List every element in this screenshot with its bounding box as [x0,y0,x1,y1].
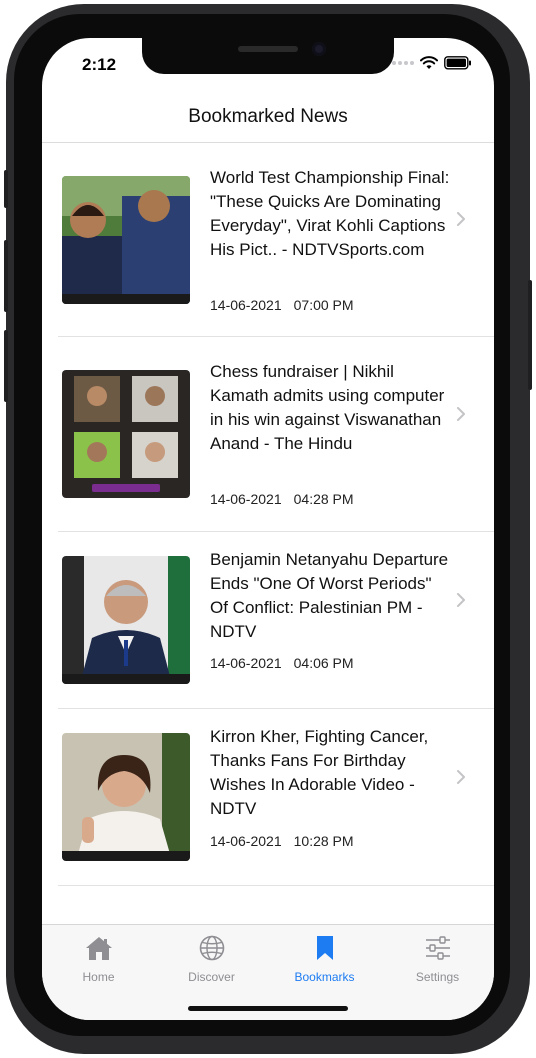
article-date: 14-06-2021 [210,655,282,671]
article-time: 07:00 PM [293,297,354,313]
front-camera [312,42,326,56]
navigation-bar: Bookmarked News [42,92,494,143]
power-button [528,280,532,390]
chevron-right-icon [457,593,465,607]
article-thumbnail [62,556,190,684]
tab-bookmarks[interactable]: Bookmarks [268,935,381,985]
speaker-grille [238,46,298,52]
tab-label: Bookmarks [294,970,355,984]
list-item[interactable]: Kirron Kher, Fighting Cancer, Thanks Fan… [42,709,494,886]
signal-dots-icon [392,61,414,65]
tab-label: Home [82,970,115,984]
mute-switch [4,170,8,208]
sliders-icon [425,936,450,960]
list-item[interactable]: Chess fundraiser | Nikhil Kamath admits … [42,337,494,532]
tab-label: Discover [188,970,235,984]
article-date: 14-06-2021 [210,297,282,313]
wifi-icon [420,56,438,69]
chevron-right-icon [457,212,465,226]
notch [142,38,394,74]
bookmark-list: World Test Championship Final: "These Qu… [42,143,494,886]
home-indicator[interactable] [188,1006,348,1011]
page-title: Bookmarked News [188,106,348,127]
row-divider [58,885,494,886]
status-icons [392,56,472,70]
article-title: Kirron Kher, Fighting Cancer, Thanks Fan… [210,727,429,818]
article-title: World Test Championship Final: "These Qu… [210,168,450,259]
tab-label: Settings [415,970,460,984]
bookmark-icon [316,936,333,960]
screen: 2:12 Bookmarked News World Test Champion… [42,38,494,1020]
article-time: 04:06 PM [293,655,354,671]
article-meta: 14-06-2021 04:28 PM [210,491,354,507]
globe-icon [199,935,224,961]
article-time: 04:28 PM [293,491,354,507]
tab-home[interactable]: Home [42,935,155,985]
article-meta: 14-06-2021 07:00 PM [210,297,354,313]
list-item[interactable]: Benjamin Netanyahu Departure Ends "One O… [42,532,494,709]
tab-settings[interactable]: Settings [381,935,494,985]
tab-discover[interactable]: Discover [155,935,268,985]
article-time: 10:28 PM [293,833,354,849]
chevron-right-icon [457,407,465,421]
article-date: 14-06-2021 [210,491,282,507]
home-icon [85,937,112,960]
volume-up-button [4,240,8,312]
article-meta: 14-06-2021 04:06 PM [210,655,354,671]
article-date: 14-06-2021 [210,833,282,849]
article-meta: 14-06-2021 10:28 PM [210,833,354,849]
status-time: 2:12 [82,55,117,74]
volume-down-button [4,330,8,402]
article-title: Benjamin Netanyahu Departure Ends "One O… [210,550,449,641]
article-thumbnail [62,370,190,498]
article-thumbnail [62,176,190,304]
chevron-right-icon [457,770,465,784]
battery-icon [444,56,471,70]
list-item[interactable]: World Test Championship Final: "These Qu… [42,143,494,337]
article-title: Chess fundraiser | Nikhil Kamath admits … [210,362,445,453]
article-thumbnail [62,733,190,861]
